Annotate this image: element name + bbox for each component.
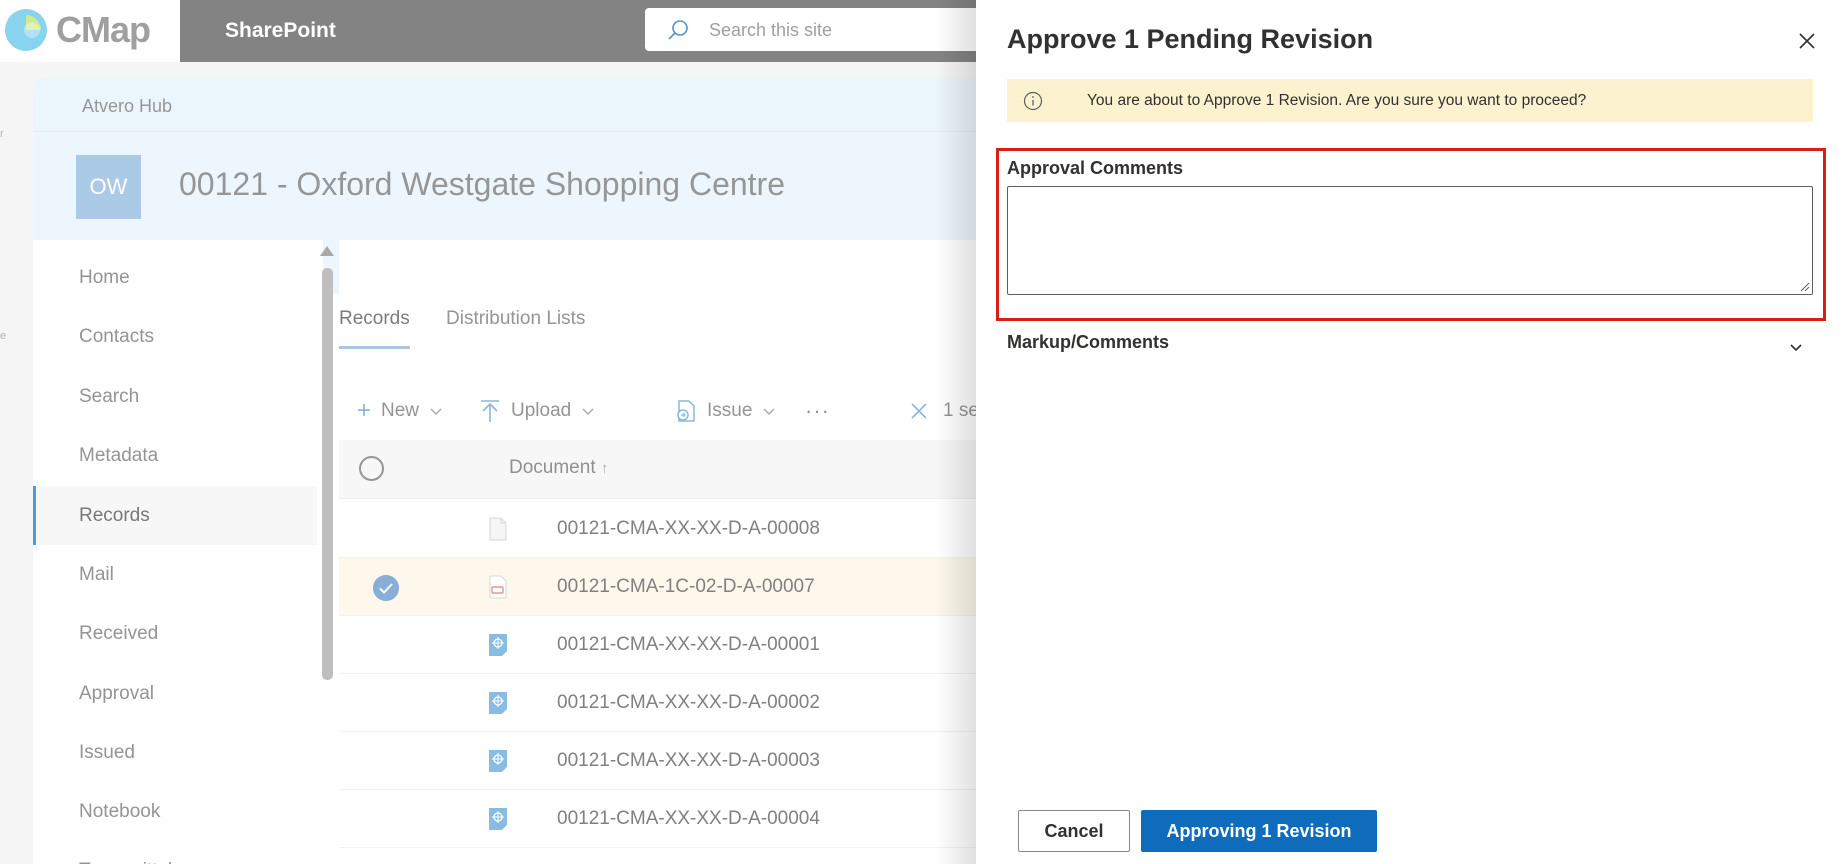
nav-item-issued[interactable]: Issued	[33, 723, 317, 782]
new-button-label: New	[381, 400, 420, 421]
document-name[interactable]: 00121-CMA-XX-XX-D-A-00002	[557, 692, 820, 714]
chevron-down-icon	[582, 408, 594, 415]
warning-message-text: You are about to Approve 1 Revision. Are…	[1087, 92, 1587, 109]
close-icon	[911, 403, 927, 419]
approval-comments-input[interactable]	[1007, 186, 1813, 295]
document-name[interactable]: 00121-CMA-XX-XX-D-A-00003	[557, 750, 820, 772]
nav-item-notebook[interactable]: Notebook	[33, 782, 317, 841]
new-button[interactable]: + New	[357, 396, 443, 426]
drawing-file-icon	[489, 808, 507, 830]
drawing-file-icon	[489, 634, 507, 656]
cmap-logo-icon	[5, 9, 47, 51]
nav-item-metadata[interactable]: Metadata	[33, 426, 317, 485]
edge-fragment: r	[0, 128, 4, 140]
document-name[interactable]: 00121-CMA-XX-XX-D-A-00001	[557, 634, 820, 656]
document-name[interactable]: 00121-CMA-1C-02-D-A-00007	[557, 576, 815, 598]
approval-comments-label: Approval Comments	[1007, 158, 1184, 178]
nav-item-home[interactable]: Home	[33, 248, 317, 307]
resize-grip-icon[interactable]	[1800, 282, 1810, 292]
row-selected-check-icon[interactable]	[373, 575, 399, 601]
drawing-file-icon	[489, 750, 507, 772]
drawing-file-icon	[489, 692, 507, 714]
upload-button-label: Upload	[511, 400, 572, 421]
active-tab-indicator	[339, 346, 410, 349]
tab-records[interactable]: Records	[339, 308, 410, 330]
brand-area[interactable]: CMap	[0, 0, 180, 62]
nav-item-mail[interactable]: Mail	[33, 545, 317, 604]
panel-title: Approve 1 Pending Revision	[1007, 24, 1374, 54]
column-header-document[interactable]: Document ↑	[509, 457, 608, 479]
plus-icon: +	[357, 397, 372, 424]
approve-revision-panel: Approve 1 Pending Revision You are about…	[976, 0, 1842, 864]
upload-icon	[481, 400, 499, 422]
site-title[interactable]: 00121 - Oxford Westgate Shopping Centre	[179, 166, 785, 203]
site-logo[interactable]: OW	[76, 155, 141, 219]
document-name[interactable]: 00121-CMA-XX-XX-D-A-00008	[557, 518, 820, 540]
more-icon: ···	[805, 398, 830, 423]
brand-name: CMap	[56, 9, 151, 50]
search-icon	[668, 20, 688, 40]
scroll-up-arrow-icon[interactable]	[320, 246, 334, 256]
markup-comments-section[interactable]: Markup/Comments	[1007, 330, 1813, 360]
more-actions-button[interactable]: ···	[805, 396, 830, 426]
scroll-thumb[interactable]	[322, 268, 333, 680]
close-icon[interactable]	[1795, 29, 1819, 53]
nav-item-search[interactable]: Search	[33, 367, 317, 426]
issue-file-icon	[677, 400, 695, 422]
pdf-file-icon	[489, 575, 507, 599]
chevron-down-icon	[763, 408, 775, 415]
chevron-down-icon	[430, 408, 442, 415]
cancel-button[interactable]: Cancel	[1018, 810, 1130, 852]
blank-file-icon	[489, 517, 507, 541]
nav-item-contacts[interactable]: Contacts	[33, 307, 317, 366]
sort-ascending-icon: ↑	[600, 460, 609, 477]
approve-button[interactable]: Approving 1 Revision	[1141, 810, 1377, 852]
document-name[interactable]: 00121-CMA-XX-XX-D-A-00004	[557, 808, 820, 830]
chevron-down-icon[interactable]	[1788, 339, 1804, 355]
nav-item-transmittal[interactable]: Transmittal	[33, 841, 317, 864]
edge-fragment: e	[0, 330, 7, 342]
hub-name[interactable]: Atvero Hub	[82, 96, 172, 117]
sharepoint-label[interactable]: SharePoint	[225, 19, 336, 43]
select-all-checkbox[interactable]	[359, 456, 384, 481]
markup-comments-label: Markup/Comments	[1007, 332, 1170, 352]
nav-item-approval[interactable]: Approval	[33, 664, 317, 723]
upload-button[interactable]: Upload	[479, 396, 595, 426]
issue-button-label: Issue	[707, 400, 753, 421]
nav-item-received[interactable]: Received	[33, 604, 317, 663]
nav-scrollbar[interactable]	[320, 246, 334, 864]
issue-button[interactable]: Issue	[675, 396, 776, 426]
left-navigation: Home Contacts Search Metadata Records Ma…	[33, 240, 323, 864]
warning-message-bar: You are about to Approve 1 Revision. Are…	[1007, 79, 1813, 122]
tab-distribution-lists[interactable]: Distribution Lists	[446, 308, 585, 330]
nav-item-records[interactable]: Records	[33, 486, 317, 545]
info-icon	[1023, 91, 1043, 111]
